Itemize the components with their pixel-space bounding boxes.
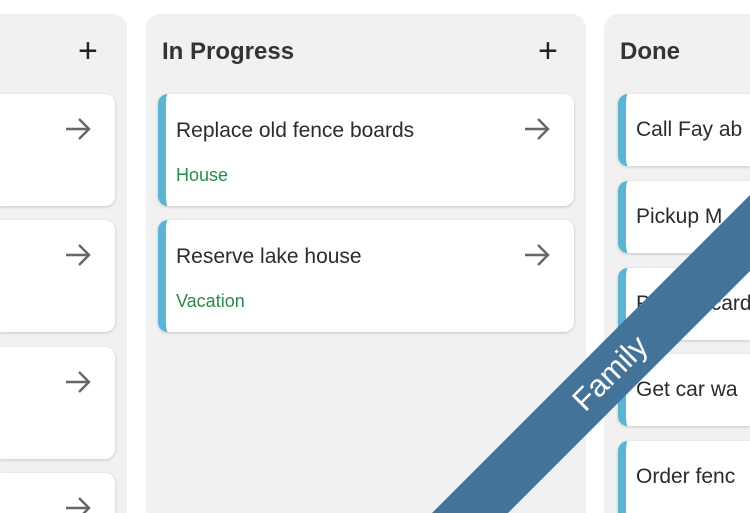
card[interactable] — [0, 347, 115, 459]
column-title: Done — [620, 38, 680, 65]
card-title: Reserve lake house — [176, 245, 362, 268]
add-card-button[interactable]: + — [538, 34, 558, 68]
card[interactable]: Replace old fence boards House — [158, 94, 574, 206]
card[interactable] — [0, 473, 115, 513]
arrow-right-icon[interactable] — [522, 240, 552, 270]
column-done: Done Call Fay ab Pickup M Pick up card G… — [604, 14, 750, 513]
add-card-button[interactable]: + — [78, 34, 98, 68]
column-todo: + — [0, 14, 127, 513]
card[interactable]: Get car wa — [618, 354, 750, 426]
card-title: Call Fay ab — [636, 118, 743, 141]
card[interactable]: Pick up card — [618, 268, 750, 340]
card[interactable]: Pickup M — [618, 181, 750, 253]
arrow-right-icon[interactable] — [63, 114, 93, 144]
card-tag: House — [176, 165, 229, 185]
arrow-right-icon[interactable] — [63, 493, 93, 513]
card-title: Order fenc — [636, 465, 736, 488]
arrow-right-icon[interactable] — [63, 240, 93, 270]
card-title: Replace old fence boards — [176, 119, 415, 142]
card-tag: Vacation — [176, 291, 245, 311]
card-title: Pick up card — [636, 292, 750, 315]
card[interactable] — [0, 94, 115, 206]
card[interactable] — [0, 220, 115, 332]
arrow-right-icon[interactable] — [63, 367, 93, 397]
arrow-right-icon[interactable] — [522, 114, 552, 144]
card[interactable]: Call Fay ab — [618, 94, 750, 166]
column-title: In Progress — [162, 38, 295, 65]
column-in-progress: In Progress + Replace old fence boards H… — [146, 14, 586, 513]
card-title: Get car wa — [636, 378, 738, 401]
card-title: Pickup M — [636, 205, 723, 228]
card[interactable]: Reserve lake house Vacation — [158, 220, 574, 332]
card[interactable]: Order fenc — [618, 441, 750, 513]
